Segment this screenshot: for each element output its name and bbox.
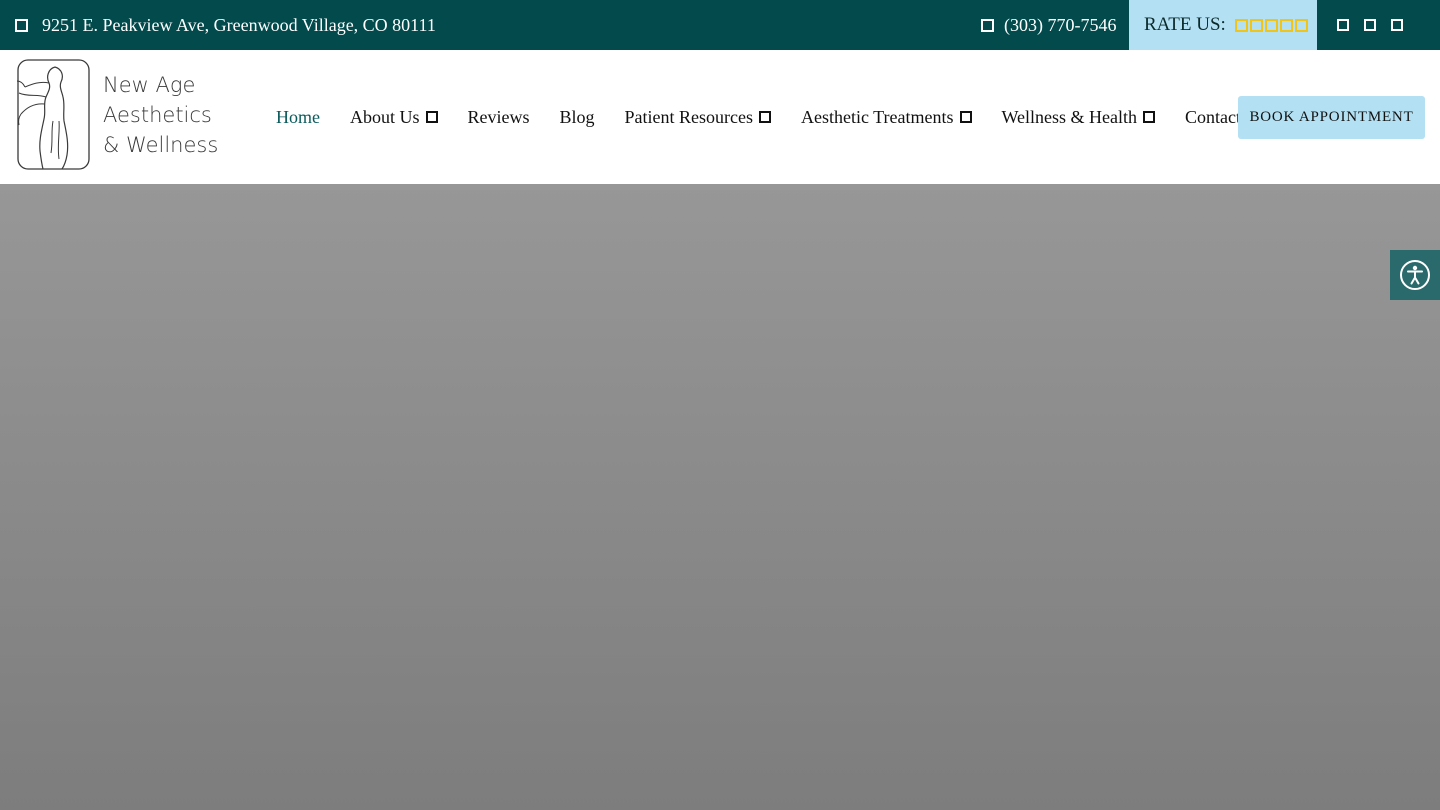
chevron-down-icon	[959, 111, 972, 123]
nav-item-aesthetic-treatments[interactable]: Aesthetic Treatments	[801, 106, 972, 128]
star-icon[interactable]	[1294, 18, 1308, 32]
nav-item-wellness-health[interactable]: Wellness & Health	[1002, 107, 1156, 128]
star-icon[interactable]	[1264, 18, 1278, 32]
logo-line-3: & Wellness	[103, 133, 219, 157]
nav-label: About Us	[350, 106, 420, 127]
nav-item-contact[interactable]: Contact	[1185, 107, 1241, 128]
phone-link[interactable]: (303) 770-7546	[981, 0, 1116, 50]
social-icon-2[interactable]	[1364, 19, 1376, 31]
site-logo[interactable]: New Age Aesthetics & Wellness	[15, 59, 220, 171]
nav-item-home[interactable]: Home	[276, 107, 320, 128]
nav-item-patient-resources[interactable]: Patient Resources	[624, 106, 772, 128]
chevron-down-icon	[1143, 111, 1156, 123]
social-icon-3[interactable]	[1391, 19, 1403, 31]
address-link[interactable]: 9251 E. Peakview Ave, Greenwood Village,…	[15, 0, 436, 50]
logo-line-2: Aesthetics	[103, 103, 212, 127]
social-icon-1[interactable]	[1337, 19, 1349, 31]
accessibility-toggle-button[interactable]	[1390, 250, 1440, 300]
site-header: New Age Aesthetics & Wellness Home About…	[0, 50, 1440, 184]
logo-figure-icon	[16, 59, 90, 170]
accessibility-icon	[1400, 260, 1430, 290]
nav-item-reviews[interactable]: Reviews	[468, 107, 530, 128]
rating-stars[interactable]	[1234, 18, 1310, 32]
nav-label: Reviews	[467, 106, 530, 127]
social-links	[1337, 0, 1418, 50]
star-icon[interactable]	[1279, 18, 1293, 32]
chevron-down-icon	[759, 111, 772, 123]
book-appointment-label: BOOK APPOINTMENT	[1249, 109, 1414, 125]
nav-label: Wellness & Health	[1001, 106, 1138, 127]
nav-label: Blog	[559, 106, 595, 127]
main-nav: Home About Us Reviews Blog Patient Resou…	[276, 50, 1241, 184]
rate-us-label: RATE US:	[1144, 14, 1226, 35]
logo-text: New Age Aesthetics & Wellness	[103, 70, 218, 160]
rate-us-box[interactable]: RATE US:	[1129, 0, 1317, 50]
nav-item-blog[interactable]: Blog	[560, 107, 595, 128]
nav-label: Patient Resources	[624, 106, 754, 127]
location-icon	[15, 18, 28, 32]
hero-section	[0, 184, 1440, 810]
nav-label: Home	[276, 106, 320, 127]
chevron-down-icon	[425, 111, 438, 123]
logo-line-1: New Age	[103, 73, 196, 97]
phone-text: (303) 770-7546	[1004, 14, 1117, 35]
star-icon[interactable]	[1234, 18, 1248, 32]
address-text: 9251 E. Peakview Ave, Greenwood Village,…	[42, 14, 436, 35]
top-info-bar: 9251 E. Peakview Ave, Greenwood Village,…	[0, 0, 1440, 50]
nav-label: Contact	[1185, 106, 1242, 127]
phone-icon	[981, 18, 994, 32]
nav-label: Aesthetic Treatments	[801, 106, 954, 127]
nav-item-about-us[interactable]: About Us	[350, 107, 438, 128]
book-appointment-button[interactable]: BOOK APPOINTMENT	[1238, 96, 1425, 139]
star-icon[interactable]	[1249, 18, 1263, 32]
